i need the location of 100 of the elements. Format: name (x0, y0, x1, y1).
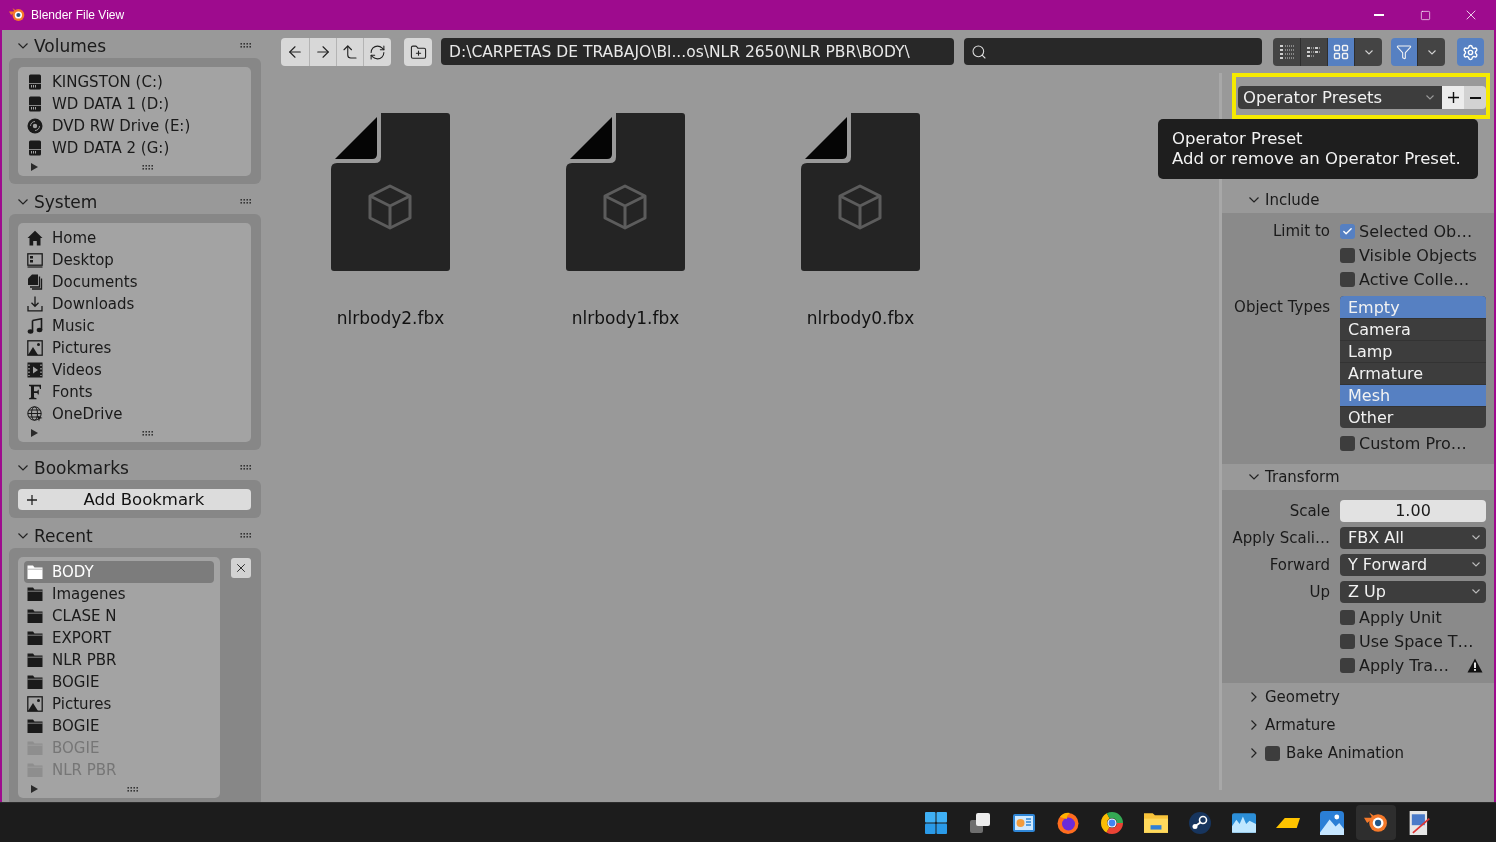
option-item[interactable]: Mesh (1340, 384, 1486, 406)
sidebar-item[interactable]: Downloads (24, 293, 245, 315)
sidebar-item[interactable]: NLR PBR (24, 649, 214, 671)
sidebar-item[interactable]: BOGIE (24, 671, 214, 693)
option-item[interactable]: Empty (1340, 296, 1486, 318)
checkbox[interactable] (1340, 247, 1355, 263)
sidebar-item[interactable]: Pictures (24, 337, 245, 359)
sidebar-item[interactable]: EXPORT (24, 627, 214, 649)
search-field[interactable] (964, 38, 1262, 65)
sidebar-item[interactable]: Fonts (24, 381, 245, 403)
number-field[interactable]: 1.00 (1340, 499, 1486, 522)
sidebar-item[interactable]: Music (24, 315, 245, 337)
checkbox[interactable] (1340, 609, 1355, 625)
grip-icon[interactable] (240, 465, 252, 470)
field-label: Object Types (1234, 297, 1330, 318)
section-title[interactable]: Transform (1265, 468, 1340, 486)
checkbox[interactable] (1340, 633, 1355, 649)
drive-icon (27, 96, 43, 112)
wedge-icon (1276, 817, 1300, 828)
filter-menu-button[interactable] (1417, 38, 1445, 66)
sidebar-item[interactable]: DVD RW Drive (E:) (24, 115, 245, 137)
dropdown[interactable]: FBX All (1340, 526, 1486, 549)
sidebar-item[interactable]: WD DATA 2 (G:) (24, 137, 245, 159)
panel-title[interactable]: Volumes (34, 35, 107, 56)
file-icon[interactable] (331, 113, 450, 271)
search-icon (971, 43, 987, 60)
file-icon[interactable] (801, 113, 920, 271)
sidebar-item[interactable]: BOGIE (24, 715, 214, 737)
option-item[interactable]: Lamp (1340, 340, 1486, 362)
new-folder-button[interactable] (404, 38, 432, 66)
checkbox-label: Visible Objects (1359, 245, 1477, 265)
option-item[interactable]: Other (1340, 406, 1486, 428)
chart-board-icon (1012, 812, 1036, 833)
sidebar-item[interactable]: WD DATA 1 (D:) (24, 93, 245, 115)
sidebar-item[interactable]: Documents (24, 271, 245, 293)
vertical-list-button[interactable] (1273, 38, 1300, 66)
file-name[interactable]: nlrbody2.fbx (336, 308, 445, 328)
film-icon (27, 362, 43, 378)
panel-title[interactable]: System (34, 191, 98, 212)
sidebar-item[interactable]: Home (24, 227, 245, 249)
path-field[interactable]: D:\CARPETAS DE TRABAJO\Bl...os\NLR 2650\NLR PBR\BODY\ (441, 38, 954, 65)
font-icon (27, 384, 43, 400)
thumbnails-button[interactable] (1327, 38, 1354, 66)
parent-folder-button[interactable] (336, 38, 363, 66)
section-title[interactable]: Armature (1265, 716, 1336, 734)
field-label: Limit to (1273, 221, 1330, 242)
add-bookmark-button[interactable]: Add Bookmark (18, 489, 251, 510)
checkbox-label: Apply Unit (1359, 607, 1442, 627)
home-icon (27, 230, 43, 246)
sidebar-item[interactable]: Pictures (24, 693, 214, 715)
panel-title[interactable]: Recent (34, 525, 93, 546)
grip-icon[interactable] (142, 430, 154, 436)
documents-icon (27, 274, 43, 290)
settings-button[interactable] (1457, 38, 1484, 66)
dropdown[interactable]: Y Forward (1340, 553, 1486, 576)
file-icon[interactable] (566, 113, 685, 271)
expand-triangle-icon[interactable] (31, 785, 38, 793)
arrow-right-icon (314, 43, 332, 61)
remove-preset-button[interactable] (1464, 86, 1486, 109)
file-name[interactable]: nlrbody1.fbx (571, 308, 680, 328)
forward-button[interactable] (309, 38, 336, 66)
add-preset-button[interactable] (1442, 86, 1464, 109)
sidebar-item[interactable]: Imagenes (24, 583, 214, 605)
checkbox[interactable] (1340, 435, 1355, 451)
back-button[interactable] (281, 38, 309, 66)
preset-dropdown[interactable]: Operator Presets (1238, 86, 1442, 109)
filter-button[interactable] (1391, 38, 1417, 66)
section-title[interactable]: Geometry (1265, 688, 1340, 706)
section-title[interactable]: Include (1265, 191, 1320, 209)
expand-triangle-icon[interactable] (31, 163, 38, 171)
folder-icon (1144, 812, 1168, 833)
sidebar-item[interactable]: OneDrive (24, 403, 245, 425)
sidebar-item[interactable]: BODY (24, 561, 214, 583)
panel-title[interactable]: Bookmarks (34, 457, 129, 478)
grip-icon[interactable] (240, 533, 252, 538)
expand-triangle-icon[interactable] (31, 429, 38, 437)
dropdown[interactable]: Z Up (1340, 580, 1486, 603)
horizontal-list-button[interactable] (1300, 38, 1327, 66)
taskbar-button[interactable] (1356, 805, 1396, 840)
sidebar-item[interactable]: Videos (24, 359, 245, 381)
refresh-button[interactable] (363, 38, 391, 66)
option-item[interactable]: Camera (1340, 318, 1486, 340)
grip-icon[interactable] (142, 164, 154, 170)
folder-icon (27, 718, 43, 734)
grip-icon[interactable] (240, 43, 252, 48)
sidebar-item[interactable]: CLASE N (24, 605, 214, 627)
file-name[interactable]: nlrbody0.fbx (806, 308, 915, 328)
checkbox[interactable] (1340, 223, 1355, 239)
folder-icon (27, 674, 43, 690)
section-title[interactable]: Bake Animation (1286, 744, 1405, 762)
grip-icon[interactable] (126, 786, 139, 792)
sidebar-item[interactable]: Desktop (24, 249, 245, 271)
sidebar-item[interactable]: KINGSTON (C:) (24, 71, 245, 93)
checkbox[interactable] (1265, 745, 1280, 761)
checkbox[interactable] (1340, 271, 1355, 287)
folder-icon (27, 608, 43, 624)
checkbox[interactable] (1340, 657, 1355, 673)
download-icon (27, 296, 43, 312)
grip-icon[interactable] (240, 199, 252, 204)
clear-button[interactable] (231, 558, 251, 578)
